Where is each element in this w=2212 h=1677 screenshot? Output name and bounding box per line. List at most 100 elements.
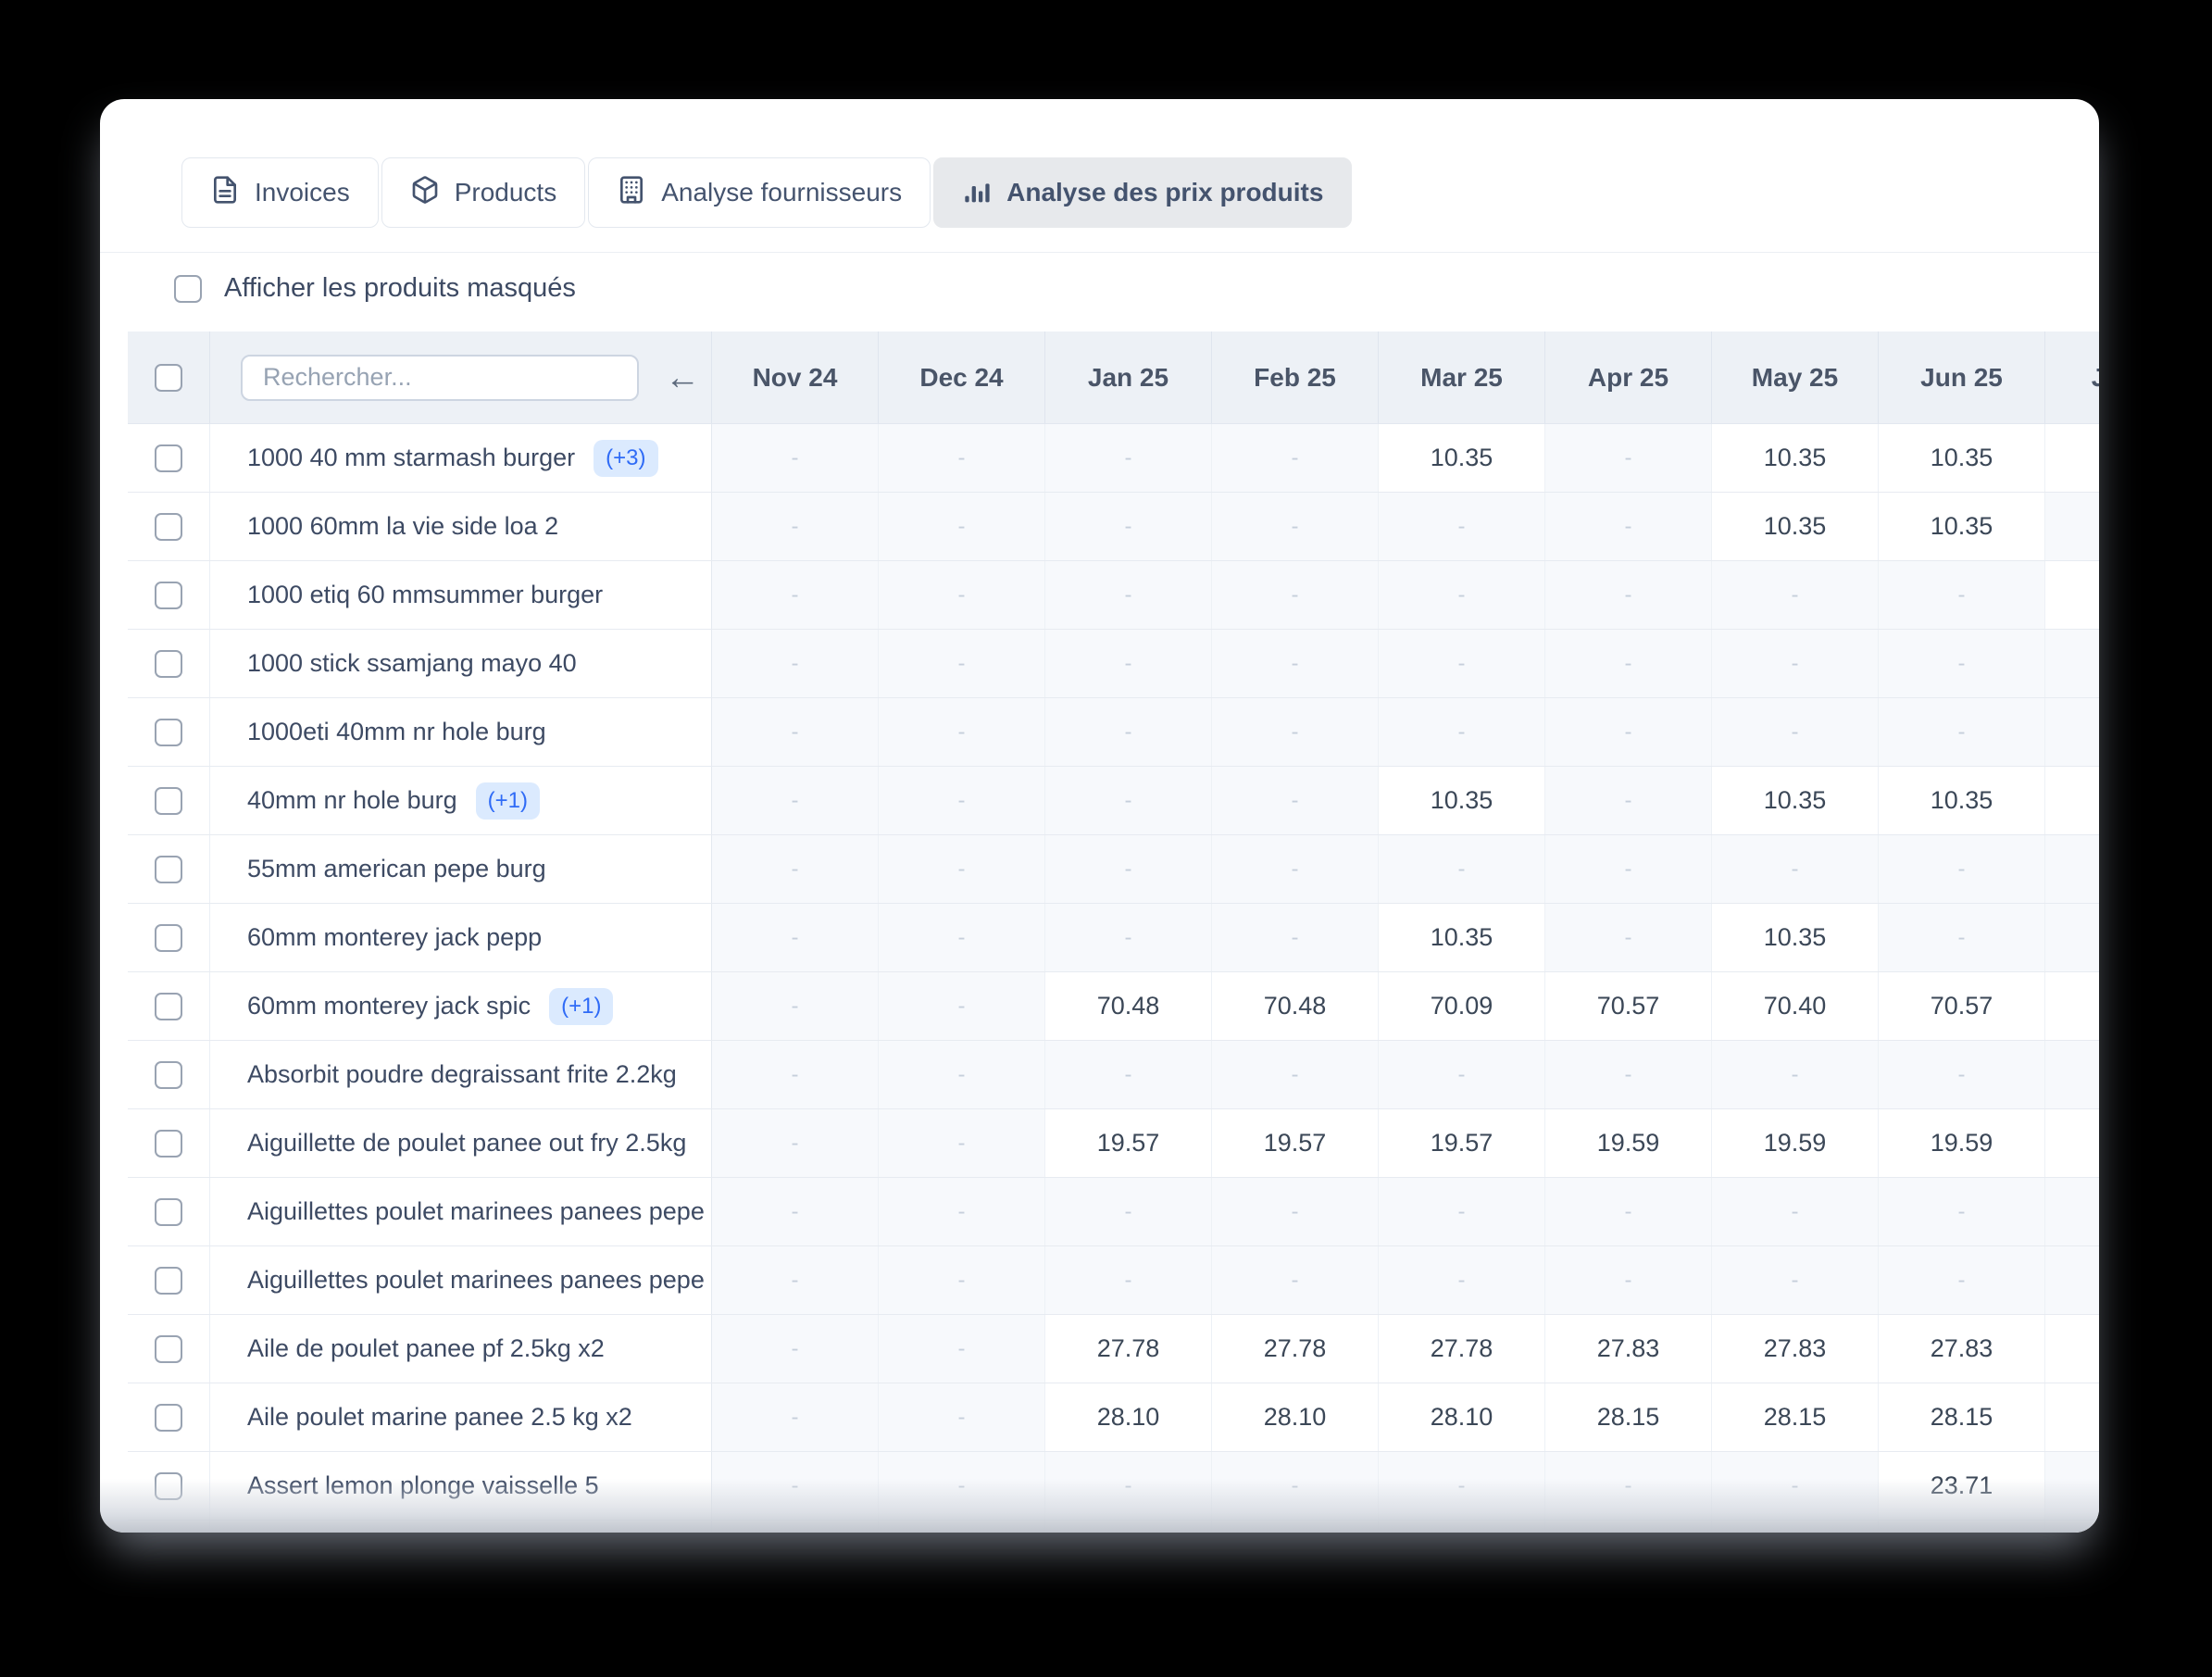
row-checkbox-cell: [128, 1521, 210, 1533]
row-checkbox[interactable]: [155, 1404, 182, 1432]
price-cell: 10.35: [1379, 767, 1545, 834]
row-checkbox[interactable]: [155, 444, 182, 472]
show-hidden-checkbox[interactable]: [174, 275, 202, 303]
row-checkbox[interactable]: [155, 1335, 182, 1363]
price-cell: 19.57: [1379, 1109, 1545, 1177]
price-cell: 28.10: [1379, 1383, 1545, 1451]
price-cell: 23.71: [1879, 1452, 2045, 1520]
empty-price-cell: -: [879, 1178, 1045, 1245]
month-column-header: Feb 25: [1212, 332, 1379, 423]
price-cell: [2045, 767, 2099, 834]
empty-price-cell: -: [1545, 424, 1712, 492]
row-checkbox[interactable]: [155, 1061, 182, 1089]
table-row: Absorbit poudre degraissant frite 2.2kg -…: [128, 1041, 2099, 1109]
row-checkbox[interactable]: [155, 1130, 182, 1158]
product-name: Aile poulet marine panee 2.5 kg x2: [247, 1403, 632, 1432]
tab-analyse-fournisseurs[interactable]: Analyse fournisseurs: [588, 157, 931, 228]
tab-invoices[interactable]: Invoices: [181, 157, 379, 228]
tab-analyse-prix-produits[interactable]: Analyse des prix produits: [933, 157, 1352, 228]
row-checkbox[interactable]: [155, 1472, 182, 1500]
empty-price-cell: -: [1045, 904, 1212, 971]
empty-price-cell: -: [712, 835, 879, 903]
price-cell: 19.57: [1045, 1109, 1212, 1177]
table-header-row: ← Nov 24Dec 24Jan 25Feb 25Mar 25Apr 25Ma…: [128, 332, 2099, 424]
price-cell: 70.48: [1045, 972, 1212, 1040]
select-all-checkbox[interactable]: [155, 364, 182, 392]
empty-price-cell: -: [1879, 904, 2045, 971]
row-checkbox[interactable]: [155, 787, 182, 815]
suppliers-building-icon: [617, 175, 646, 211]
product-name: 1000eti 40mm nr hole burg: [247, 718, 546, 746]
empty-price-cell: -: [1712, 1178, 1879, 1245]
empty-price-cell: -: [1379, 835, 1545, 903]
empty-price-cell: -: [1712, 630, 1879, 697]
price-cell: [2045, 1315, 2099, 1383]
empty-price-cell: -: [1879, 835, 2045, 903]
empty-price-cell: -: [1379, 1178, 1545, 1245]
product-count-badge: (+3): [594, 440, 657, 477]
price-cell: 10.35: [1712, 424, 1879, 492]
price-cell: 70.09: [1379, 972, 1545, 1040]
empty-price-cell: -: [2045, 1452, 2099, 1520]
empty-price-cell: -: [1045, 630, 1212, 697]
table-row: 1000 stick ssamjang mayo 40---------: [128, 630, 2099, 698]
empty-price-cell: -: [712, 1383, 879, 1451]
row-checkbox[interactable]: [155, 1267, 182, 1295]
table-row: Aiguillettes poulet marinees panees pepe…: [128, 1246, 2099, 1315]
price-cell: 10.35: [1379, 904, 1545, 971]
empty-price-cell: -: [1545, 698, 1712, 766]
row-checkbox-cell: [128, 698, 210, 766]
price-cell: [2045, 1383, 2099, 1451]
empty-price-cell: -: [1545, 1246, 1712, 1314]
price-cell: 10.35: [1879, 493, 2045, 560]
price-cell: [2045, 972, 2099, 1040]
empty-price-cell: -: [1045, 493, 1212, 560]
product-name: Absorbit poudre degraissant frite 2.2kg: [247, 1060, 677, 1089]
table-row: Assert lemon plonge vaisselle 5-------23…: [128, 1452, 2099, 1521]
price-cell: 27.78: [1379, 1315, 1545, 1383]
empty-price-cell: -: [1545, 1041, 1712, 1108]
empty-price-cell: -: [1212, 835, 1379, 903]
row-checkbox[interactable]: [155, 513, 182, 541]
price-cell: 27.78: [1045, 1315, 1212, 1383]
row-checkbox[interactable]: [155, 993, 182, 1020]
product-name: 55mm american pepe burg: [247, 855, 546, 883]
product-name: Aile de poulet panee pf 2.5kg x2: [247, 1334, 605, 1363]
row-checkbox-cell: [128, 904, 210, 971]
price-cell: 10.35: [1712, 904, 1879, 971]
tab-label: Invoices: [255, 178, 350, 207]
product-name: Aiguillettes poulet marinees panees pepe…: [247, 1266, 712, 1295]
product-name: 1000 40 mm starmash burger: [247, 444, 575, 472]
tab-label: Products: [455, 178, 557, 207]
empty-price-cell: -: [1545, 835, 1712, 903]
empty-price-cell: -: [712, 1452, 879, 1520]
price-cell: 19.57: [1212, 1109, 1379, 1177]
row-checkbox[interactable]: [155, 856, 182, 883]
empty-price-cell: -: [1379, 561, 1545, 629]
month-column-header: Dec 24: [879, 332, 1045, 423]
empty-price-cell: -: [1712, 698, 1879, 766]
collapse-column-arrow-icon[interactable]: ←: [665, 360, 700, 395]
row-checkbox[interactable]: [155, 582, 182, 609]
product-name: Aiguillettes poulet marinees panees pepe…: [247, 1197, 712, 1226]
product-name-cell: Aiguillettes poulet marinees panees pepe…: [210, 1246, 712, 1314]
row-checkbox[interactable]: [155, 1198, 182, 1226]
empty-price-cell: -: [879, 1452, 1045, 1520]
empty-price-cell: -: [1545, 767, 1712, 834]
empty-price-cell: -: [1879, 630, 2045, 697]
month-column-header: Apr 25: [1545, 332, 1712, 423]
empty-price-cell: -: [712, 698, 879, 766]
table-row: 40mm nr hole burg(+1)----10.35-10.3510.3…: [128, 767, 2099, 835]
empty-price-cell: -: [712, 1246, 879, 1314]
price-cell: [1712, 1521, 1879, 1533]
tab-products[interactable]: Products: [381, 157, 586, 228]
price-cell: [2045, 424, 2099, 492]
empty-price-cell: -: [1712, 1041, 1879, 1108]
empty-price-cell: -: [1712, 835, 1879, 903]
row-checkbox[interactable]: [155, 719, 182, 746]
empty-price-cell: -: [879, 1383, 1045, 1451]
search-input[interactable]: [241, 355, 639, 401]
row-checkbox[interactable]: [155, 924, 182, 952]
empty-price-cell: -: [879, 698, 1045, 766]
row-checkbox[interactable]: [155, 650, 182, 678]
